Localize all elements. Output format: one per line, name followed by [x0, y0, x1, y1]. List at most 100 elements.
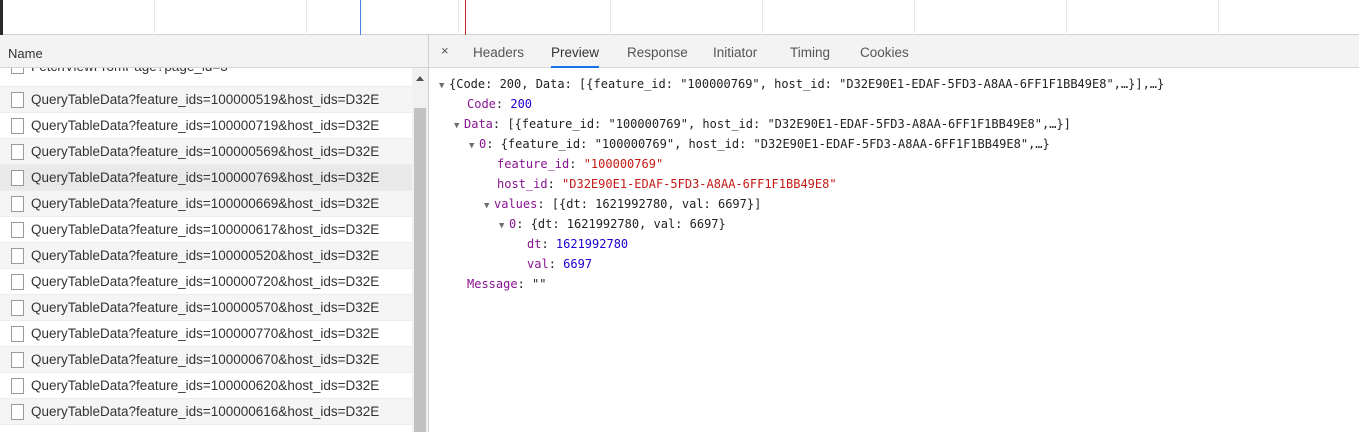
tab-initiator[interactable]: Initiator	[713, 35, 757, 68]
request-list-scrollbar[interactable]	[412, 68, 428, 432]
tree-node-feature-id: feature_id: "100000769"	[497, 157, 664, 171]
timeline-edge	[0, 0, 3, 35]
tab-headers[interactable]: Headers	[473, 35, 524, 68]
request-name: QueryTableData?feature_ids=100000520&hos…	[31, 248, 380, 263]
file-icon	[11, 300, 24, 316]
tree-node-code: Code: 200	[467, 97, 533, 111]
request-row[interactable]: QueryTableData?feature_ids=100000720&hos…	[0, 269, 412, 295]
timeline-gridline	[610, 0, 611, 35]
timeline-gridline	[1066, 0, 1067, 35]
tab-timing[interactable]: Timing	[790, 35, 830, 68]
request-row[interactable]: QueryTableData?feature_ids=100000520&hos…	[0, 243, 412, 269]
close-icon[interactable]: ×	[441, 43, 449, 58]
file-icon	[11, 92, 24, 108]
request-name: QueryTableData?feature_ids=100000569&hos…	[31, 144, 380, 159]
expanded-triangle-icon[interactable]: ▼	[439, 81, 449, 91]
property-key: dt	[527, 237, 542, 251]
tab-response[interactable]: Response	[627, 35, 688, 68]
request-row[interactable]: FetchViewFromPage?page_id=3	[0, 68, 412, 87]
tab-preview[interactable]: Preview	[551, 35, 600, 68]
number-value: 1621992780	[555, 237, 629, 251]
number-value: 200	[510, 97, 533, 111]
expanded-triangle-icon[interactable]: ▼	[454, 121, 464, 131]
tree-node-host-id: host_id: "D32E90E1-EDAF-5FD3-A8AA-6FF1F1…	[497, 177, 837, 191]
file-icon	[11, 118, 24, 134]
number-value: 6697	[563, 257, 593, 271]
file-icon	[11, 274, 24, 290]
request-name: QueryTableData?feature_ids=100000620&hos…	[31, 378, 380, 393]
json-preview-tree: ▼ {Code: 200, Data: [{feature_id: "100000…	[429, 68, 1359, 432]
request-row[interactable]: QueryTableData?feature_ids=100000570&hos…	[0, 295, 412, 321]
timeline-gridline	[306, 0, 307, 35]
file-icon	[11, 68, 24, 74]
property-key: val	[527, 257, 549, 271]
request-name: QueryTableData?feature_ids=100000616&hos…	[31, 404, 380, 419]
tree-node-values-item-0[interactable]: ▼ 0: {dt: 1621992780, val: 6697}	[499, 217, 726, 237]
dom-content-loaded-marker	[360, 0, 361, 35]
request-row[interactable]: QueryTableData?feature_ids=100000620&hos…	[0, 373, 412, 399]
request-row[interactable]: QueryTableData?feature_ids=100000616&hos…	[0, 399, 412, 425]
property-key: Data	[464, 117, 493, 131]
request-row[interactable]: QueryTableData?feature_ids=100000719&hos…	[0, 113, 412, 139]
request-list: FetchViewFromPage?page_id=3 QueryTableDat…	[0, 68, 412, 432]
request-row[interactable]: QueryTableData?feature_ids=100000770&hos…	[0, 321, 412, 347]
request-list-pane: Name FetchViewFromPage?page_id=3 QueryTab…	[0, 35, 429, 432]
request-name: QueryTableData?feature_ids=100000719&hos…	[31, 118, 380, 133]
scroll-up-arrow-icon[interactable]	[416, 76, 424, 81]
string-value: "100000769"	[583, 157, 664, 171]
file-icon	[11, 378, 24, 394]
devtools-network-panel: Name FetchViewFromPage?page_id=3 QueryTab…	[0, 0, 1359, 432]
file-icon	[11, 404, 24, 420]
object-summary: {dt: 1621992780, val: 6697}	[530, 217, 726, 231]
string-value: ""	[532, 277, 547, 291]
request-row[interactable]: QueryTableData?feature_ids=100000670&hos…	[0, 347, 412, 373]
request-name: QueryTableData?feature_ids=100000519&hos…	[31, 92, 380, 107]
timeline-gridline	[458, 0, 459, 35]
object-summary: {feature_id: "100000769", host_id: "D32E…	[500, 137, 1050, 151]
request-row[interactable]: QueryTableData?feature_ids=100000669&hos…	[0, 191, 412, 217]
timeline-gridline	[914, 0, 915, 35]
request-name: QueryTableData?feature_ids=100000669&hos…	[31, 196, 380, 211]
property-key: Code	[467, 97, 496, 111]
string-value: "D32E90E1-EDAF-5FD3-A8AA-6FF1F1BB49E8"	[562, 177, 837, 191]
request-row[interactable]: QueryTableData?feature_ids=100000769&hos…	[0, 165, 412, 191]
tab-cookies[interactable]: Cookies	[860, 35, 909, 68]
tree-node-data[interactable]: ▼ Data: [{feature_id: "100000769", host_i…	[454, 117, 1071, 137]
file-icon	[11, 144, 24, 160]
property-key: feature_id	[497, 157, 570, 171]
scrollbar-thumb[interactable]	[414, 108, 426, 432]
expanded-triangle-icon[interactable]: ▼	[469, 141, 479, 151]
tree-node-values[interactable]: ▼ values: [{dt: 1621992780, val: 6697}]	[484, 197, 761, 217]
expanded-triangle-icon[interactable]: ▼	[499, 221, 509, 231]
tree-node-data-item-0[interactable]: ▼ 0: {feature_id: "100000769", host_id: "…	[469, 137, 1050, 157]
property-key: Message	[467, 277, 518, 291]
property-key: host_id	[497, 177, 548, 191]
request-name: QueryTableData?feature_ids=100000720&hos…	[31, 274, 380, 289]
tree-node-message: Message: ""	[467, 277, 547, 291]
property-key: values	[494, 197, 538, 211]
timeline-gridline	[1218, 0, 1219, 35]
file-icon	[11, 326, 24, 342]
file-icon	[11, 222, 24, 238]
request-detail-pane: × Headers Preview Response Initiator Tim…	[429, 35, 1359, 432]
file-icon	[11, 196, 24, 212]
request-name: QueryTableData?feature_ids=100000769&hos…	[31, 170, 380, 185]
detail-tabbar: × Headers Preview Response Initiator Tim…	[429, 35, 1359, 68]
file-icon	[11, 170, 24, 186]
request-row[interactable]: QueryTableData?feature_ids=100000617&hos…	[0, 217, 412, 243]
request-name: QueryTableData?feature_ids=100000617&hos…	[31, 222, 380, 237]
request-name: QueryTableData?feature_ids=100000570&hos…	[31, 300, 380, 315]
load-event-marker	[465, 0, 466, 35]
request-row[interactable]: QueryTableData?feature_ids=100000519&hos…	[0, 87, 412, 113]
timeline-overview[interactable]	[0, 0, 1359, 35]
file-icon	[11, 248, 24, 264]
request-name: FetchViewFromPage?page_id=3	[31, 68, 228, 74]
name-column-header[interactable]: Name	[0, 35, 428, 68]
request-row[interactable]: QueryTableData?feature_ids=100000569&hos…	[0, 139, 412, 165]
file-icon	[11, 352, 24, 368]
request-name: QueryTableData?feature_ids=100000770&hos…	[31, 326, 380, 341]
tree-node-root[interactable]: ▼ {Code: 200, Data: [{feature_id: "100000…	[439, 77, 1164, 97]
expanded-triangle-icon[interactable]: ▼	[484, 201, 494, 211]
tree-node-dt: dt: 1621992780	[527, 237, 629, 251]
timeline-gridline	[762, 0, 763, 35]
